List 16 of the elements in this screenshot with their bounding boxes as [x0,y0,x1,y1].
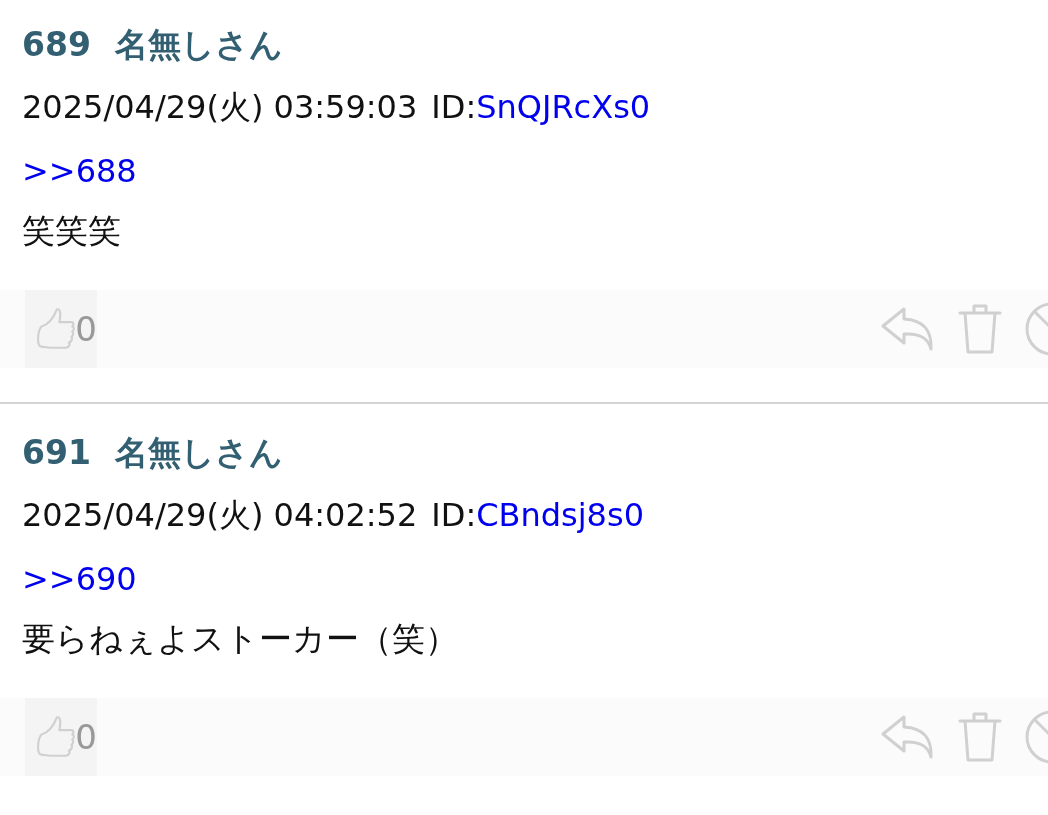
trash-icon[interactable] [958,303,1002,355]
post-number: 691 [22,432,91,474]
reply-anchor-link[interactable]: >>690 [22,560,137,598]
id-label: ID: [431,87,477,128]
post-date: 2025/04/29(火) 03:59:03 [22,87,418,128]
post-date: 2025/04/29(火) 04:02:52 [22,495,418,536]
id-label: ID: [431,495,477,536]
trash-icon[interactable] [958,711,1002,763]
post-body: 要らねぇよストーカー（笑） [22,619,458,658]
post-body: 笑笑笑 [22,211,121,250]
poster-name: 名無しさん [114,24,283,66]
reply-anchor-link[interactable]: >>688 [22,152,137,190]
post-number: 689 [22,24,91,66]
user-id-link[interactable]: SnQJRcXs0 [476,84,651,130]
user-id-link[interactable]: CBndsj8s0 [476,492,644,538]
poster-name: 名無しさん [114,432,283,474]
